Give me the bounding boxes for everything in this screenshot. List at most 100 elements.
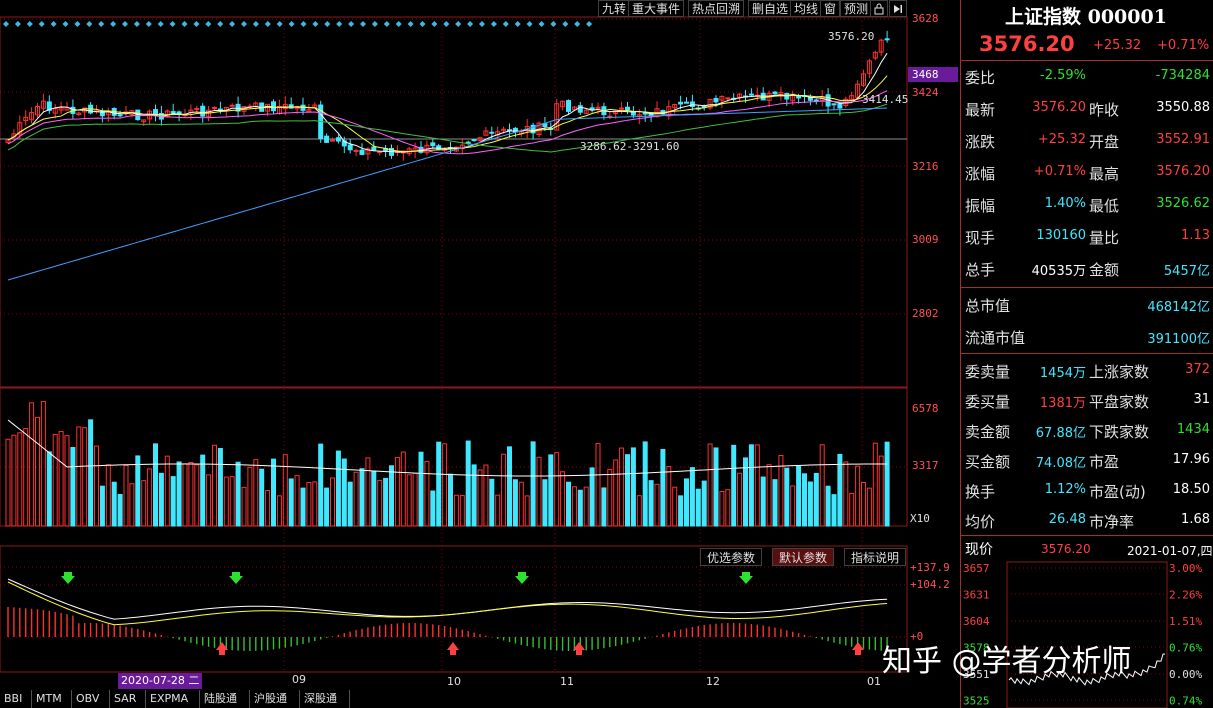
mini-right-axis-label: 1.51% [1169, 615, 1202, 628]
volume-bar [666, 466, 672, 527]
order-book-row: 委卖量 1454万 上涨家数 372 [961, 356, 1213, 386]
tab-sh-connect[interactable]: 沪股通 [250, 690, 300, 708]
price-axis-label: 3628 [912, 12, 939, 25]
volume-axis-label: 6578 [912, 402, 939, 415]
volume-bar [595, 443, 601, 527]
tab-bbi[interactable]: BBI [0, 690, 32, 708]
toolbar-button-hotspot[interactable]: 热点回溯 [688, 0, 745, 17]
volume-bar [772, 479, 778, 527]
volume-bar [601, 487, 607, 527]
quote-row: 振幅 1.40% 最低 3526.62 [961, 190, 1213, 220]
volume-bar [448, 473, 453, 527]
volume-bar [406, 474, 412, 527]
skip-forward-icon[interactable] [889, 0, 907, 17]
mini-right-axis-label: 0.76% [1169, 642, 1202, 655]
toolbar-button-remove-favorite[interactable]: 删自选 [748, 0, 793, 17]
quote-label: 现手 [965, 229, 996, 247]
volume-bar [241, 486, 247, 527]
volume-bar [300, 487, 306, 527]
volume-bar [158, 472, 164, 527]
tab-hk-connect-north[interactable]: 陆股通 [200, 690, 250, 708]
volume-bar [619, 447, 625, 527]
indicator-help-button[interactable]: 指标说明 [844, 548, 907, 566]
volume-bar [536, 456, 542, 527]
indicator-optimal-params-button[interactable]: 优选参数 [700, 548, 763, 566]
divider [961, 353, 1213, 354]
month-label: 09 [292, 673, 306, 686]
event-diamond-icon [288, 21, 295, 27]
volume-bar [701, 480, 707, 527]
volume-bar [200, 454, 206, 527]
quote-row: 涨跌 +25.32 开盘 3552.91 [961, 126, 1213, 156]
tab-obv[interactable]: OBV [72, 690, 110, 708]
quote-value: 130160 [1036, 228, 1086, 243]
macd-dea-line [7, 581, 888, 626]
volume-bar [678, 495, 684, 527]
volume-bar [713, 447, 719, 527]
mini-right-axis-label: 0.00% [1169, 668, 1202, 681]
volume-bar [46, 451, 52, 527]
lock-icon[interactable] [870, 0, 888, 17]
volume-bar [807, 481, 813, 527]
volume-bar [471, 464, 477, 527]
volume-bar [424, 460, 430, 527]
volume-bar [707, 443, 713, 527]
event-diamond-icon [157, 21, 164, 27]
kline-chart[interactable] [0, 0, 960, 708]
event-diamond-icon [443, 21, 450, 27]
quote-value: 1.13 [1181, 228, 1210, 243]
tab-expma[interactable]: EXPMA [146, 690, 200, 708]
quote-label: 均价 [965, 513, 996, 531]
quote-label: 金额 [1089, 261, 1120, 279]
mini-right-axis-label: 0.74% [1169, 695, 1202, 708]
volume-bar [684, 478, 689, 527]
volume-bar [642, 441, 648, 527]
quote-value: +25.32 [1037, 132, 1086, 147]
volume-bar [223, 476, 229, 527]
toolbar-button-forecast[interactable]: 预测 [840, 0, 873, 17]
tab-sar[interactable]: SAR [110, 690, 146, 708]
volume-bar [560, 471, 566, 527]
volume-bar [153, 443, 158, 527]
quote-value: 1.68 [1181, 512, 1210, 527]
toolbar-button-jiuzhuan[interactable]: 九转 [598, 0, 631, 17]
toolbar-button-major-events[interactable]: 重大事件 [628, 0, 685, 17]
volume-bar [672, 486, 678, 527]
tab-mtm[interactable]: MTM [32, 690, 72, 708]
event-diamond-icon [526, 21, 533, 27]
intraday-mini-chart[interactable]: 3657363136043578355135253.00%2.26%1.51%0… [961, 560, 1213, 708]
volume-bar [613, 459, 619, 527]
order-book-row: 卖金额 67.88亿 下跌家数 1434 [961, 416, 1213, 446]
volume-bar [583, 486, 589, 527]
volume-bar [760, 476, 766, 527]
event-diamond-icon [383, 21, 390, 27]
volume-bar [229, 476, 235, 527]
volume-bar [11, 434, 17, 527]
quote-value: 3526.62 [1156, 196, 1210, 211]
volume-bar [630, 447, 636, 527]
tab-sz-connect[interactable]: 深股通 [300, 690, 350, 708]
divider [961, 287, 1213, 288]
candle-body [678, 101, 684, 105]
toolbar-button-ma[interactable]: 均线 [790, 0, 823, 17]
candle-body [630, 111, 636, 116]
event-diamond-icon [74, 21, 81, 27]
month-label: 10 [447, 675, 461, 688]
mini-price: 3576.20 [1041, 542, 1091, 556]
candle-body [347, 144, 353, 151]
quote-label: 买金额 [965, 453, 1011, 471]
toolbar-button-window[interactable]: 窗 [820, 0, 841, 17]
event-diamond-icon [371, 21, 378, 27]
chart-area[interactable]: 九转 重大事件 热点回溯 删自选 均线 窗 预测 3628 3468 3424 … [0, 0, 960, 708]
event-diamond-icon [122, 21, 128, 27]
candle-body [684, 101, 689, 104]
event-diamond-icon [145, 21, 152, 27]
volume-bar [866, 487, 872, 527]
volume-bar [878, 455, 884, 527]
quote-value: 3550.88 [1156, 100, 1210, 115]
ma-value-annotation: 3414.45 [862, 93, 909, 106]
indicator-default-params-button[interactable]: 默认参数 [772, 548, 835, 566]
event-diamond-icon [241, 21, 247, 27]
volume-bar [754, 444, 760, 527]
volume-bar [58, 431, 64, 527]
